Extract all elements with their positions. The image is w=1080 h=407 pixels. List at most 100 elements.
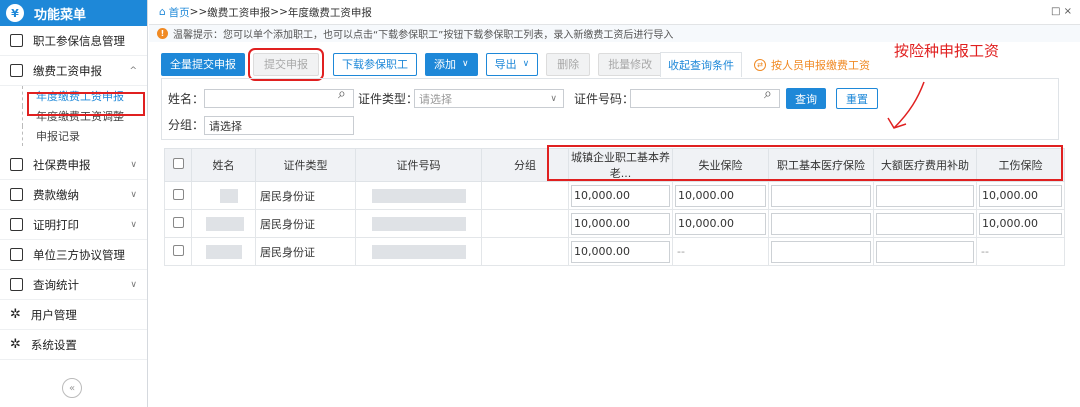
masked-cert-no xyxy=(372,216,466,231)
unemployment-cell[interactable]: 10,000.00 xyxy=(672,209,769,238)
unemployment-input[interactable]: 10,000.00 xyxy=(675,184,766,207)
search-icon[interactable]: ⌕ xyxy=(338,86,346,102)
sidebar-item-insured-info[interactable]: 职工参保信息管理 xyxy=(0,26,147,56)
large-medical-cell[interactable] xyxy=(873,237,977,266)
sidebar-item-wage-declare[interactable]: 缴费工资申报 ^ xyxy=(0,56,147,86)
chart-icon xyxy=(10,278,23,291)
pension-input[interactable]: 10,000.00 xyxy=(571,240,670,263)
cert-type-select[interactable]: 请选择 ∨ xyxy=(414,89,564,108)
sidebar-item-statistics[interactable]: 查询统计 ∨ xyxy=(0,270,147,300)
pension-cell[interactable]: 10,000.00 xyxy=(568,181,673,210)
injury-input[interactable]: 10,000.00 xyxy=(979,212,1062,235)
submit-all-button[interactable]: 全量提交申报 xyxy=(161,52,245,76)
chevron-down-icon: ∨ xyxy=(130,189,137,200)
large-medical-cell[interactable] xyxy=(873,209,977,238)
cert-type-cell: 居民身份证 xyxy=(255,209,356,238)
medical-input[interactable] xyxy=(771,184,871,207)
window-controls[interactable]: □ × xyxy=(1051,6,1072,17)
row-checkbox-cell[interactable] xyxy=(164,237,192,266)
export-button[interactable]: 导出 ∨ xyxy=(485,52,539,76)
group-select[interactable]: 请选择 xyxy=(204,116,354,135)
yuan-logo-icon: ¥ xyxy=(6,4,24,22)
sidebar-subitem-declare-records[interactable]: 申报记录 xyxy=(0,126,147,146)
sidebar-item-label: 费款缴纳 xyxy=(33,187,79,202)
search-icon[interactable]: ⌕ xyxy=(764,86,772,102)
group-cell xyxy=(481,209,569,238)
delete-button[interactable]: 删除 xyxy=(546,52,591,76)
pension-cell[interactable]: 10,000.00 xyxy=(568,237,673,266)
pension-input[interactable]: 10,000.00 xyxy=(571,184,670,207)
row-checkbox-cell[interactable] xyxy=(164,209,192,238)
list-icon xyxy=(10,34,23,47)
col-header-group: 分组 xyxy=(481,148,569,182)
cert-type-cell: 居民身份证 xyxy=(255,237,356,266)
col-header-pension: 城镇企业职工基本养老... xyxy=(568,148,673,182)
injury-cell[interactable]: 10,000.00 xyxy=(976,209,1065,238)
sidebar-item-label: 职工参保信息管理 xyxy=(33,33,125,48)
medical-cell[interactable] xyxy=(768,209,874,238)
submit-declare-button[interactable]: 提交申报 xyxy=(248,47,324,81)
gear-icon: ✲ xyxy=(10,337,21,352)
medical-input[interactable] xyxy=(771,240,871,263)
document-icon xyxy=(10,158,23,171)
masked-cert-no xyxy=(372,188,466,203)
cert-no-input[interactable] xyxy=(630,89,780,108)
sidebar-item-tripartite[interactable]: 单位三方协议管理 xyxy=(0,240,147,270)
download-employees-button[interactable]: 下载参保职工 xyxy=(333,52,417,76)
checkbox-icon[interactable] xyxy=(172,188,184,200)
group-cell xyxy=(481,237,569,266)
reset-button[interactable]: 重置 xyxy=(836,88,878,109)
by-person-declare-link[interactable]: ⇄ 按人员申报缴费工资 xyxy=(754,57,870,73)
sidebar-item-social-fee[interactable]: 社保费申报 ∨ xyxy=(0,150,147,180)
large-medical-input[interactable] xyxy=(876,184,974,207)
checkbox-icon[interactable] xyxy=(172,158,184,169)
collapse-query-tab[interactable]: 收起查询条件 xyxy=(660,52,742,77)
medical-cell[interactable] xyxy=(768,181,874,210)
col-header-cert-no: 证件号码 xyxy=(355,148,482,182)
search-panel: 姓名： ⌕ 证件类型： 请选择 ∨ 证件号码： ⌕ 查询 重置 分组： 请选择 xyxy=(161,78,1059,140)
unemployment-input[interactable]: 10,000.00 xyxy=(675,212,766,235)
table-row: 居民身份证 10,000.00 10,000.00 10,000.00 xyxy=(164,181,1065,210)
breadcrumb-current: 年度缴费工资申报 xyxy=(287,6,372,19)
home-icon[interactable]: ⌂ xyxy=(159,6,166,18)
large-medical-input[interactable] xyxy=(876,212,974,235)
large-medical-cell[interactable] xyxy=(873,181,977,210)
select-all-checkbox-cell[interactable] xyxy=(164,148,192,182)
sidebar-item-certificate-print[interactable]: 证明打印 ∨ xyxy=(0,210,147,240)
name-input[interactable] xyxy=(204,89,354,108)
annotation-text: 按险种申报工资 xyxy=(894,42,1000,60)
cert-no-cell xyxy=(355,181,482,210)
cert-type-cell: 居民身份证 xyxy=(255,181,356,210)
injury-cell[interactable]: 10,000.00 xyxy=(976,181,1065,210)
name-cell xyxy=(191,209,256,238)
bookmark-icon xyxy=(10,248,23,261)
large-medical-input[interactable] xyxy=(876,240,974,263)
collapse-sidebar-button[interactable]: « xyxy=(62,378,82,398)
batch-edit-button[interactable]: 批量修改 xyxy=(598,52,663,76)
checkbox-icon[interactable] xyxy=(172,216,184,228)
gear-icon: ✲ xyxy=(10,307,21,322)
swap-icon: ⇄ xyxy=(754,59,766,71)
sidebar-item-user-manage[interactable]: ✲ 用户管理 xyxy=(0,300,147,330)
pension-input[interactable]: 10,000.00 xyxy=(571,212,670,235)
annotation-highlight-box xyxy=(27,92,145,116)
medical-cell[interactable] xyxy=(768,237,874,266)
injury-value: -- xyxy=(981,245,989,258)
sidebar-item-system-settings[interactable]: ✲ 系统设置 xyxy=(0,330,147,360)
breadcrumb-item[interactable]: 缴费工资申报 xyxy=(207,5,270,20)
checkbox-icon[interactable] xyxy=(172,244,184,256)
injury-input[interactable]: 10,000.00 xyxy=(979,184,1062,207)
query-button[interactable]: 查询 xyxy=(786,88,826,109)
add-button[interactable]: 添加 ∨ xyxy=(425,52,478,76)
cert-type-label: 证件类型： xyxy=(358,92,419,106)
masked-name xyxy=(206,244,242,259)
unemployment-cell[interactable]: 10,000.00 xyxy=(672,181,769,210)
pension-cell[interactable]: 10,000.00 xyxy=(568,209,673,238)
row-checkbox-cell[interactable] xyxy=(164,181,192,210)
sidebar-item-fee-payment[interactable]: 费款缴纳 ∨ xyxy=(0,180,147,210)
col-header-unemployment: 失业保险 xyxy=(672,148,769,182)
col-header-name: 姓名 xyxy=(191,148,256,182)
breadcrumb-home[interactable]: 首页 xyxy=(169,5,190,20)
medical-input[interactable] xyxy=(771,212,871,235)
print-icon xyxy=(10,218,23,231)
